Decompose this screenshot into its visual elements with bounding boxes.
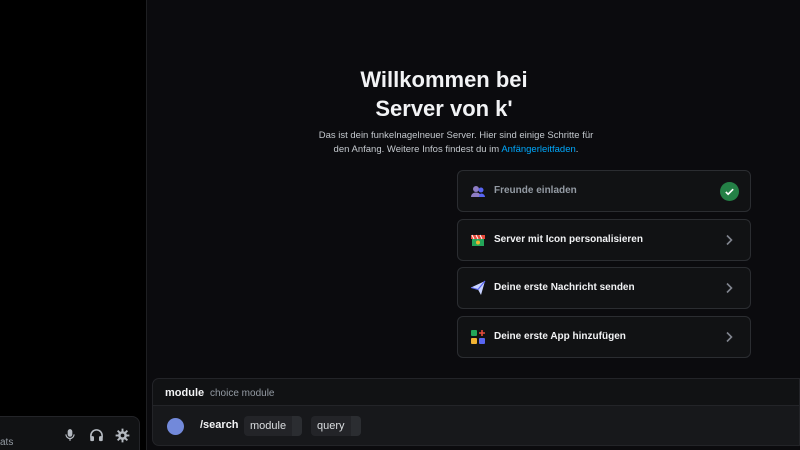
chevron-right-icon [726, 331, 733, 343]
command-param-module[interactable]: module [244, 416, 303, 436]
bot-avatar [167, 418, 184, 435]
task-label: Server mit Icon personalisieren [494, 234, 643, 245]
welcome-title-line-1: Willkommen bei [360, 67, 528, 92]
microphone-icon [65, 429, 75, 441]
mute-microphone-button[interactable] [60, 425, 80, 445]
user-panel: ats [0, 416, 140, 450]
welcome-subtitle: Das ist dein funkelnagelneuer Server. Hi… [310, 129, 602, 157]
message-input[interactable]: /search module query [152, 405, 800, 446]
task-label: Deine erste App hinzufügen [494, 331, 626, 342]
welcome-subtitle-end: . [575, 144, 579, 155]
completed-check-icon [720, 182, 739, 201]
task-add-first-app[interactable]: Deine erste App hinzufügen [457, 316, 751, 358]
welcome-title: Willkommen bei Server von k' [310, 65, 578, 123]
paper-plane-icon [470, 280, 486, 295]
deafen-button[interactable] [86, 425, 106, 445]
param-label: module [244, 416, 293, 436]
beginner-guide-link[interactable]: Anfängerleitfaden [501, 144, 575, 155]
slash-command-name: /search [200, 419, 239, 431]
user-settings-button[interactable] [112, 425, 132, 445]
invite-friends-icon [471, 186, 485, 197]
option-description: choice module [210, 388, 275, 399]
user-status-text: ats [0, 437, 14, 448]
channel-sidebar: ats [0, 0, 147, 450]
chevron-right-icon [726, 234, 733, 246]
command-option-hint: module choice module [152, 378, 800, 406]
command-param-query[interactable]: query [311, 416, 361, 436]
chevron-right-icon [726, 282, 733, 294]
headphones-icon [89, 428, 103, 441]
discord-window: ats Willkommen bei Server von k' Das ist… [0, 0, 800, 450]
param-label: query [311, 416, 351, 436]
task-label: Freunde einladen [494, 185, 577, 196]
task-personalize-server-icon[interactable]: Server mit Icon personalisieren [457, 219, 751, 261]
param-value[interactable] [292, 416, 303, 436]
task-send-first-message[interactable]: Deine erste Nachricht senden [457, 267, 751, 309]
welcome-title-line-2: Server von k' [375, 96, 513, 121]
task-label: Deine erste Nachricht senden [494, 282, 635, 293]
option-name: module [165, 387, 205, 399]
param-value[interactable] [350, 416, 361, 436]
server-icon-customize-icon [471, 234, 485, 246]
gear-icon [115, 428, 129, 442]
task-invite-friends[interactable]: Freunde einladen [457, 170, 751, 212]
add-app-icon [471, 330, 485, 344]
